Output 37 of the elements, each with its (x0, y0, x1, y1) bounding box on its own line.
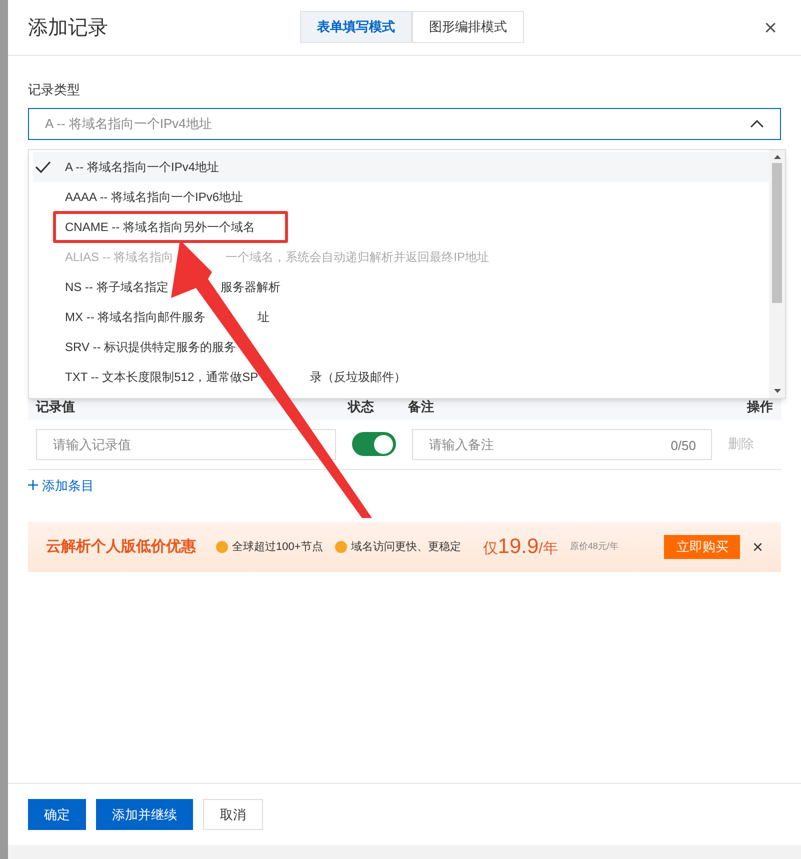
dropdown-option[interactable]: SRV -- 标识提供特定服务的服务 (33, 332, 769, 362)
highlight-frame: CNAME -- 将域名指向另外一个域名 (53, 211, 288, 243)
footer-button[interactable]: 确定 (28, 799, 86, 830)
field-label: 记录类型 (28, 81, 81, 99)
promo-feature: 域名访问更快、更稳定 (350, 540, 461, 555)
record-value-field[interactable]: 请输入记录值 (36, 428, 336, 460)
record-type-select[interactable]: A -- 将域名指向一个IPv4地址 (28, 108, 781, 140)
caret-icon (750, 120, 764, 128)
status-toggle[interactable] (352, 432, 396, 456)
dropdown-option[interactable]: TXT -- 文本长度限制512，通常做SP 录（反垃圾邮件） (33, 362, 769, 392)
dropdown-option[interactable]: CNAME -- 将域名指向另外一个域名 (33, 212, 769, 242)
promo-title: 云解析个人版低价优惠 (46, 536, 196, 557)
dropdown-option[interactable]: AAAA -- 将域名指向一个IPv6地址 (33, 182, 769, 212)
promo-feature: 全球超过100+节点 (232, 540, 323, 555)
add-item-link[interactable]: 添加条目 (28, 476, 94, 495)
plus-icon (28, 480, 38, 490)
scroll-down-icon[interactable] (774, 389, 780, 393)
dialog-title: 添加记录 (28, 16, 108, 40)
mode-tab[interactable]: 图形编排模式 (412, 11, 524, 43)
mode-tab[interactable]: 表单填写模式 (300, 11, 412, 43)
original-price: 原价48元/年 (570, 540, 618, 554)
check-icon (35, 161, 51, 173)
close-button[interactable]: × (764, 16, 777, 38)
column-header: 操作 (747, 399, 773, 414)
promo-price: 仅19.9/年 (482, 534, 558, 560)
footer-button[interactable]: 添加并继续 (96, 799, 193, 830)
scrollbar-thumb[interactable] (772, 163, 782, 303)
dropdown-option[interactable]: NS -- 将子域名指定 服务器解析 (33, 272, 769, 302)
column-header: 记录值 (36, 399, 75, 414)
column-header: 备注 (408, 399, 434, 414)
char-count: 0/50 (670, 436, 696, 454)
footer-button[interactable]: 取消 (203, 799, 263, 830)
close-button[interactable]: × (752, 538, 763, 556)
dropdown-option[interactable]: MX -- 将域名指向邮件服务 址 (33, 302, 769, 332)
scroll-up-icon[interactable] (774, 155, 780, 159)
dropdown-option[interactable]: A -- 将域名指向一个IPv4地址 (33, 152, 769, 182)
column-header: 状态 (348, 399, 374, 414)
